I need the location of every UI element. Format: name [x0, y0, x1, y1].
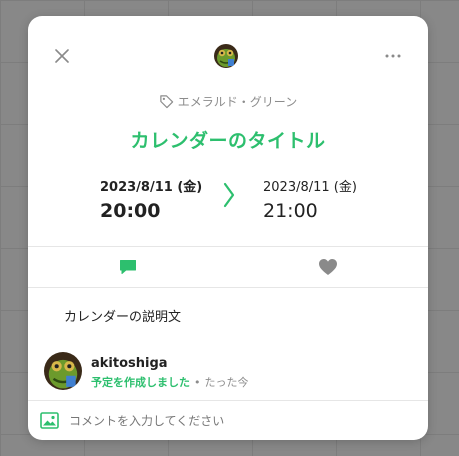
more-options-button[interactable]: [382, 48, 404, 64]
more-horizontal-icon: [385, 54, 401, 58]
comment-input[interactable]: コメントを入力してください: [28, 401, 428, 440]
activity-action: 予定を作成しました: [91, 376, 190, 389]
tag-label: エメラルド・グリーン: [177, 94, 298, 109]
heart-icon: [319, 259, 337, 275]
event-description: カレンダーの説明文: [64, 310, 182, 325]
activity-entry: 予定を作成しました • たった今: [91, 374, 249, 390]
start-time: 20:00: [100, 200, 161, 222]
frog-avatar-image: [214, 44, 238, 68]
start-datetime: 2023/8/11 (金) 20:00: [100, 176, 202, 222]
comment-placeholder: コメントを入力してください: [69, 414, 225, 428]
frog-avatar-image: [44, 352, 82, 390]
divider: [28, 287, 428, 288]
event-detail-card: エメラルド・グリーン カレンダーのタイトル 2023/8/11 (金) 20:0…: [28, 16, 428, 440]
end-date: 2023/8/11 (金): [263, 180, 357, 195]
image-icon: [40, 412, 59, 429]
end-time: 21:00: [263, 200, 318, 222]
event-title: カレンダーのタイトル: [130, 130, 326, 152]
tab-comments[interactable]: [117, 256, 139, 278]
activity-timestamp: たった今: [204, 376, 249, 389]
owner-avatar[interactable]: [214, 44, 238, 68]
close-icon: [55, 49, 69, 63]
tab-likes[interactable]: [317, 256, 339, 278]
end-datetime: 2023/8/11 (金) 21:00: [263, 176, 357, 222]
event-tag: エメラルド・グリーン: [28, 92, 428, 110]
chevron-right-icon: [223, 182, 235, 208]
tag-icon: [160, 94, 173, 108]
close-button[interactable]: [52, 46, 72, 66]
divider: [28, 246, 428, 247]
activity-avatar[interactable]: [44, 352, 82, 390]
image-attach-button[interactable]: [40, 412, 59, 429]
activity-separator: •: [194, 376, 201, 389]
comment-icon: [120, 260, 136, 274]
activity-username[interactable]: akitoshiga: [91, 356, 168, 371]
start-date: 2023/8/11 (金): [100, 180, 203, 195]
